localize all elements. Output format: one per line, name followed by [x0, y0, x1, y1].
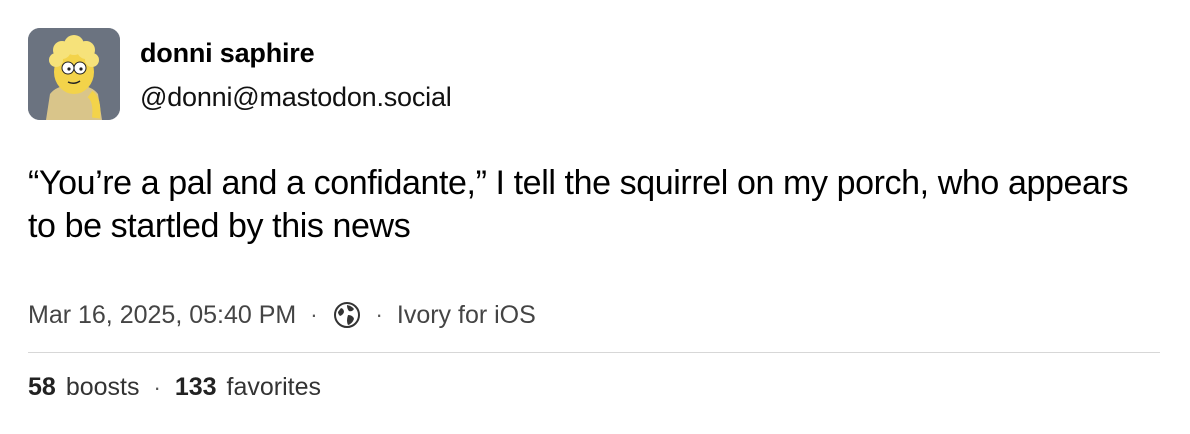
- separator-dot: ·: [153, 374, 161, 400]
- divider: [28, 352, 1160, 353]
- avatar-icon: [28, 28, 120, 120]
- favorites-label[interactable]: favorites: [227, 373, 321, 402]
- post-header: donni saphire @donni@mastodon.social: [28, 28, 1160, 122]
- post-timestamp[interactable]: Mar 16, 2025, 05:40 PM: [28, 301, 296, 330]
- display-name[interactable]: donni saphire: [140, 38, 452, 68]
- post-meta: Mar 16, 2025, 05:40 PM · · Ivory for iOS: [28, 298, 1160, 332]
- boosts-count[interactable]: 58: [28, 373, 56, 402]
- separator-dot: ·: [310, 302, 318, 327]
- boosts-label[interactable]: boosts: [66, 373, 140, 402]
- account-handle[interactable]: @donni@mastodon.social: [140, 82, 452, 112]
- separator-dot: ·: [375, 302, 383, 327]
- client-name[interactable]: Ivory for iOS: [397, 301, 536, 330]
- post-stats: 58 boosts · 133 favorites: [28, 373, 321, 402]
- favorites-count[interactable]: 133: [175, 373, 217, 402]
- post-content: “You’re a pal and a confidante,” I tell …: [28, 164, 1129, 245]
- avatar[interactable]: [28, 28, 120, 120]
- post-card: donni saphire @donni@mastodon.social “Yo…: [28, 28, 1160, 332]
- globe-icon: [332, 300, 362, 330]
- author-names: donni saphire @donni@mastodon.social: [140, 28, 452, 112]
